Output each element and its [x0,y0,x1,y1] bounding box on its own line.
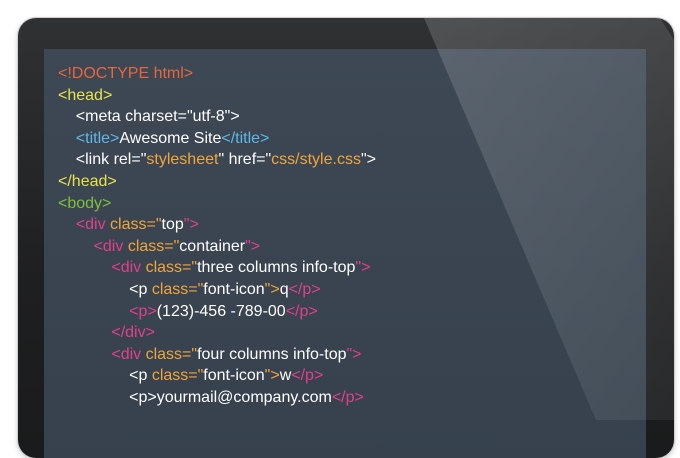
code-token: three columns info-top [197,259,356,277]
code-line: <p class="font-icon">w</p> [58,365,376,387]
code-line: <div class="container"> [58,236,376,258]
code-token: container [179,237,246,255]
code-token: <div [58,237,128,255]
code-line: <div class="three columns info-top"> [58,257,376,279]
code-token: </title> [221,129,270,147]
code-screen: <!DOCTYPE html> <head> <meta charset="utf… [44,49,646,458]
code-line: <title>Awesome Site</title> [58,128,376,150]
code-token: class=" [145,345,198,363]
code-token: "> [183,216,199,234]
code-token: q [279,280,289,298]
code-token: w [279,367,292,385]
code-token: <p> [129,302,157,320]
code-token: <div [58,216,111,234]
code-line: <div class="top"> [58,214,376,236]
code-token: <link rel=" [58,151,147,169]
code-line: <head> [58,85,376,107]
code-token: top [161,216,184,234]
code-token: font-icon [203,280,265,298]
code-token: class=" [110,216,162,234]
code-line: </div> [58,322,376,344]
monitor-bezel: <!DOCTYPE html> <head> <meta charset="utf… [18,18,674,458]
code-line: <meta charset="utf-8"> [58,106,376,128]
code-token: yourmail@company.com [156,388,332,406]
code-token: </p> [285,302,318,320]
code-token: class=" [151,367,204,385]
code-line: <p class="font-icon">q</p> [58,279,376,301]
code-token: </p> [331,388,364,406]
code-token: stylesheet [146,151,219,169]
code-line: <!DOCTYPE html> [58,63,376,85]
code-token: class=" [127,237,180,255]
code-token: </p> [288,280,321,298]
code-token: font-icon [203,367,265,385]
code-token: <p> [58,388,157,406]
code-token: <title> [75,129,120,147]
code-token: "> [355,259,371,277]
code-token: "> [360,151,376,169]
code-token: <!DOCTYPE html> [58,65,194,82]
code-token: " href=" [218,151,272,169]
code-token: class=" [151,280,204,298]
code-token: "> [346,345,362,363]
code-token: "> [264,367,280,385]
code-token: Awesome Site [119,129,222,147]
code-line: </head> [58,171,376,193]
code-line: <p>(123)-456 -789-00</p> [58,301,376,323]
code-token: four columns info-top [197,345,347,363]
code-token: css/style.css [271,151,361,169]
code-line: <div class="four columns info-top"> [58,344,376,366]
code-token: <p [58,367,152,385]
code-token: "> [245,237,261,255]
code-line: <link rel="stylesheet" href="css/style.c… [58,149,376,171]
code-token: class=" [145,259,198,277]
code-token: <p [58,280,152,298]
code-token: <div [58,345,146,363]
code-token: <div [58,259,146,277]
code-token: </p> [291,367,324,385]
code-token: <head> [58,86,113,104]
code-token: "> [264,280,280,298]
code-token: <meta charset="utf-8"> [58,108,240,126]
code-token: </head> [58,172,117,190]
code-line: <p>yourmail@company.com</p> [58,387,376,409]
code-line: <body> [58,193,376,215]
code-token: <body> [58,194,112,212]
code-token: </div> [58,324,155,342]
code-token: (123)-456 -789-00 [156,302,286,320]
code-listing: <!DOCTYPE html> <head> <meta charset="utf… [58,63,376,409]
